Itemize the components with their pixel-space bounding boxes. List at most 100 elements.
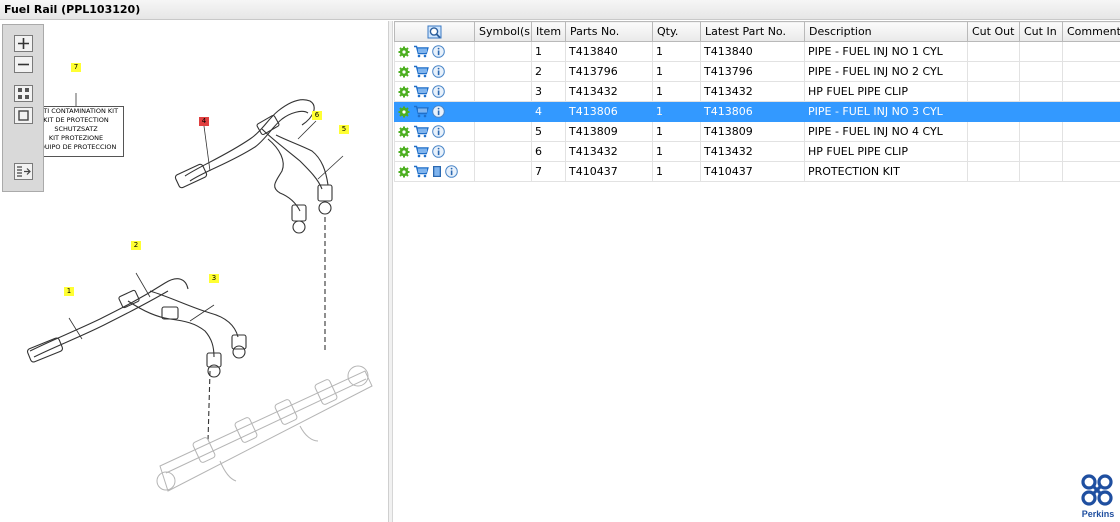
callout-7[interactable]: 7 xyxy=(71,63,81,72)
cell-symbols xyxy=(474,121,532,142)
gear-icon[interactable] xyxy=(398,46,410,58)
column-header-comment[interactable]: Comment xyxy=(1062,21,1120,42)
cell-latest-part-no: T413809 xyxy=(700,121,805,142)
gear-icon[interactable] xyxy=(398,126,410,138)
cell-description: PIPE - FUEL INJ NO 4 CYL xyxy=(804,121,968,142)
shopping-cart-icon[interactable] xyxy=(413,125,429,138)
cell-item: 4 xyxy=(531,101,566,122)
cell-item: 1 xyxy=(531,41,566,62)
perkins-logo: Perkins xyxy=(1081,474,1115,519)
diagram-pane[interactable]: ANTI CONTAMINATION KIT KIT DE PROTECTION… xyxy=(0,21,389,522)
cell-parts-no: T413809 xyxy=(565,121,653,142)
parts-diagram[interactable] xyxy=(0,21,389,522)
cell-parts-no: T413432 xyxy=(565,81,653,102)
callout-5[interactable]: 5 xyxy=(339,125,349,134)
cell-comment xyxy=(1062,121,1120,142)
row-action-icons xyxy=(394,61,475,82)
column-header-item[interactable]: Item xyxy=(531,21,566,42)
cell-symbols xyxy=(474,81,532,102)
cell-symbols xyxy=(474,61,532,82)
cell-qty: 1 xyxy=(652,161,701,182)
table-row[interactable]: 6 T413432 1 T413432 HP FUEL PIPE CLIP xyxy=(394,141,1120,162)
column-header-latest-part-no[interactable]: Latest Part No. xyxy=(700,21,805,42)
info-icon[interactable] xyxy=(432,125,445,138)
callout-1[interactable]: 1 xyxy=(64,287,74,296)
column-header-symbols[interactable]: Symbol(s) xyxy=(474,21,532,42)
cell-cut-in xyxy=(1019,161,1063,182)
parts-table: Symbol(s) Item Parts No. Qty. Latest Par… xyxy=(394,21,1120,182)
shopping-cart-icon[interactable] xyxy=(413,45,429,58)
cell-parts-no: T413796 xyxy=(565,61,653,82)
row-action-icons xyxy=(394,141,475,162)
table-row[interactable]: 3 T413432 1 T413432 HP FUEL PIPE CLIP xyxy=(394,81,1120,102)
cell-qty: 1 xyxy=(652,101,701,122)
gear-icon[interactable] xyxy=(398,166,410,178)
search-column-header[interactable] xyxy=(394,21,475,42)
shopping-cart-icon[interactable] xyxy=(413,105,429,118)
cell-cut-in xyxy=(1019,61,1063,82)
callout-3[interactable]: 3 xyxy=(209,274,219,283)
cell-cut-out xyxy=(967,101,1020,122)
cell-symbols xyxy=(474,41,532,62)
info-icon[interactable] xyxy=(432,105,445,118)
callout-6[interactable]: 6 xyxy=(312,111,322,120)
cell-latest-part-no: T413806 xyxy=(700,101,805,122)
row-action-icons xyxy=(394,161,475,182)
info-icon[interactable] xyxy=(432,145,445,158)
plus-icon xyxy=(18,38,29,49)
table-row[interactable]: 7 T410437 1 T410437 PROTECTION KIT xyxy=(394,161,1120,182)
info-icon[interactable] xyxy=(432,85,445,98)
callout-2[interactable]: 2 xyxy=(131,241,141,250)
info-icon[interactable] xyxy=(432,45,445,58)
row-action-icons xyxy=(394,121,475,142)
cell-comment xyxy=(1062,41,1120,62)
column-header-description[interactable]: Description xyxy=(804,21,968,42)
table-row[interactable]: 2 T413796 1 T413796 PIPE - FUEL INJ NO 2 CYL xyxy=(394,61,1120,82)
cell-parts-no: T410437 xyxy=(565,161,653,182)
export-button[interactable] xyxy=(14,163,33,180)
zoom-out-button[interactable] xyxy=(14,56,33,73)
cell-comment xyxy=(1062,81,1120,102)
minus-icon xyxy=(18,63,29,66)
cell-qty: 1 xyxy=(652,141,701,162)
cell-item: 7 xyxy=(531,161,566,182)
square-icon xyxy=(18,110,29,121)
gear-icon[interactable] xyxy=(398,146,410,158)
gear-icon[interactable] xyxy=(398,106,410,118)
callout-4[interactable]: 4 xyxy=(199,117,209,126)
gear-icon[interactable] xyxy=(398,66,410,78)
info-icon[interactable] xyxy=(445,165,458,178)
column-header-parts-no[interactable]: Parts No. xyxy=(565,21,653,42)
table-row[interactable]: 5 T413809 1 T413809 PIPE - FUEL INJ NO 4 CYL xyxy=(394,121,1120,142)
column-header-qty[interactable]: Qty. xyxy=(652,21,701,42)
cell-parts-no: T413806 xyxy=(565,101,653,122)
cell-latest-part-no: T410437 xyxy=(700,161,805,182)
search-parts-icon[interactable] xyxy=(427,24,443,40)
column-header-cut-in[interactable]: Cut In xyxy=(1019,21,1063,42)
cell-cut-out xyxy=(967,41,1020,62)
cell-cut-out xyxy=(967,121,1020,142)
perkins-logo-text: Perkins xyxy=(1082,509,1115,519)
shopping-cart-icon[interactable] xyxy=(413,145,429,158)
fit-all-button[interactable] xyxy=(14,85,33,102)
shopping-cart-icon[interactable] xyxy=(413,65,429,78)
table-row[interactable]: 4 T413806 1 T413806 PIPE - FUEL INJ NO 3 CYL xyxy=(394,101,1120,122)
shopping-cart-icon[interactable] xyxy=(413,85,429,98)
cell-cut-out xyxy=(967,161,1020,182)
cell-cut-in xyxy=(1019,141,1063,162)
cell-cut-in xyxy=(1019,101,1063,122)
gear-icon[interactable] xyxy=(398,86,410,98)
table-row[interactable]: 1 T413840 1 T413840 PIPE - FUEL INJ NO 1 CYL xyxy=(394,41,1120,62)
cell-latest-part-no: T413432 xyxy=(700,81,805,102)
cell-comment xyxy=(1062,161,1120,182)
info-icon[interactable] xyxy=(432,65,445,78)
book-icon[interactable] xyxy=(432,165,442,178)
zoom-in-button[interactable] xyxy=(14,35,33,52)
pane-splitter[interactable] xyxy=(389,21,393,522)
window-title: Fuel Rail (PPL103120) xyxy=(0,0,1120,20)
cell-symbols xyxy=(474,161,532,182)
shopping-cart-icon[interactable] xyxy=(413,165,429,178)
cell-item: 5 xyxy=(531,121,566,142)
column-header-cut-out[interactable]: Cut Out xyxy=(967,21,1020,42)
actual-size-button[interactable] xyxy=(14,107,33,124)
